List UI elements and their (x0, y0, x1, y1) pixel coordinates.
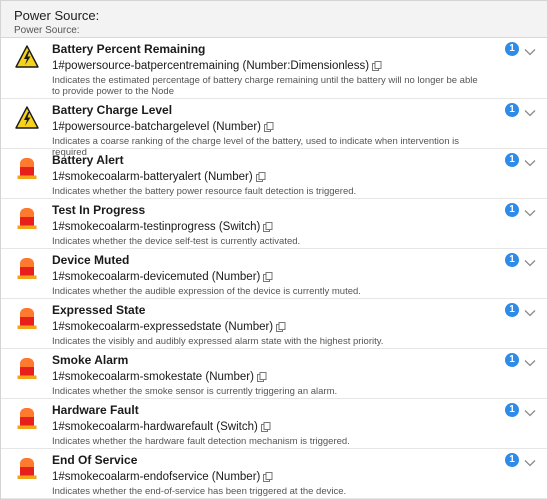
item-id: 1#smokecoalarm-hardwarefault (Switch) (52, 421, 258, 433)
count-badge: 1 (505, 103, 519, 117)
list-item[interactable]: Hardware Fault 1#smokecoalarm-hardwarefa… (1, 399, 547, 449)
chevron-down-icon[interactable] (524, 355, 536, 367)
item-description: Indicates whether the smoke sensor is cu… (52, 386, 338, 397)
warning-icon (15, 45, 39, 69)
list-item[interactable]: End Of Service 1#smokecoalarm-endofservi… (1, 449, 547, 499)
alarm-light-icon (15, 306, 39, 330)
count-badge: 1 (505, 353, 519, 367)
list-item[interactable]: Device Muted 1#smokecoalarm-devicemuted … (1, 249, 547, 299)
warning-icon (15, 106, 39, 130)
chevron-down-icon[interactable] (524, 205, 536, 217)
count-badge: 1 (505, 153, 519, 167)
item-id: 1#smokecoalarm-expressedstate (Number) (52, 321, 274, 333)
list-item[interactable]: Smoke Alarm 1#smokecoalarm-smokestate (N… (1, 349, 547, 399)
item-name: Battery Charge Level (52, 103, 173, 117)
item-description: Indicates whether the device self-test i… (52, 236, 301, 247)
alarm-light-icon (15, 156, 39, 180)
item-id: 1#smokecoalarm-endofservice (Number) (52, 471, 261, 483)
item-description: Indicates the visibly and audibly expres… (52, 336, 384, 347)
item-id: 1#powersource-batpercentremaining (Numbe… (52, 60, 370, 72)
chevron-down-icon[interactable] (524, 405, 536, 417)
item-description: Indicates whether the hardware fault det… (52, 436, 350, 447)
alarm-light-icon (15, 456, 39, 480)
item-id: 1#smokecoalarm-testinprogress (Switch) (52, 221, 261, 233)
copy-icon[interactable] (263, 271, 273, 282)
count-badge: 1 (505, 203, 519, 217)
item-name: End Of Service (52, 453, 138, 467)
alarm-light-icon (15, 406, 39, 430)
item-description: Indicates whether the audible expression… (52, 286, 361, 297)
item-name: Battery Percent Remaining (52, 42, 206, 56)
copy-icon[interactable] (255, 171, 266, 182)
item-name: Test In Progress (52, 203, 146, 217)
list-item[interactable]: Battery Percent Remaining 1#powersource-… (1, 38, 547, 99)
item-name: Hardware Fault (52, 403, 139, 417)
copy-icon[interactable] (260, 421, 271, 432)
chevron-down-icon[interactable] (524, 305, 536, 317)
power-source-panel: Power Source: Power Source: Battery Perc… (0, 0, 548, 500)
item-name: Expressed State (52, 303, 146, 317)
copy-icon[interactable] (264, 121, 274, 132)
list-item[interactable]: Battery Alert 1#smokecoalarm-batteryaler… (1, 149, 547, 199)
item-description: Indicates the estimated percentage of ba… (52, 75, 478, 97)
copy-icon[interactable] (276, 321, 286, 332)
panel-subtitle: Power Source: (14, 25, 80, 36)
copy-icon[interactable] (256, 371, 267, 382)
copy-icon[interactable] (372, 60, 382, 71)
alarm-light-icon (15, 356, 39, 380)
channel-list: Battery Percent Remaining 1#powersource-… (1, 38, 547, 499)
count-badge: 1 (505, 403, 519, 417)
alarm-light-icon (15, 206, 39, 230)
chevron-down-icon[interactable] (524, 44, 536, 56)
item-id: 1#smokecoalarm-devicemuted (Number) (52, 271, 261, 283)
item-description: Indicates whether the end-of-service has… (52, 486, 347, 497)
panel-title: Power Source: (14, 8, 100, 23)
list-item[interactable]: Battery Charge Level 1#powersource-batch… (1, 99, 547, 158)
panel-header: Power Source: Power Source: (1, 1, 547, 38)
item-description: Indicates whether the battery power reso… (52, 186, 357, 197)
item-id: 1#smokecoalarm-smokestate (Number) (52, 371, 254, 383)
chevron-down-icon[interactable] (524, 105, 536, 117)
alarm-light-icon (15, 256, 39, 280)
copy-icon[interactable] (263, 471, 273, 482)
count-badge: 1 (505, 303, 519, 317)
count-badge: 1 (505, 253, 519, 267)
item-id: 1#smokecoalarm-batteryalert (Number) (52, 171, 253, 183)
copy-icon[interactable] (263, 221, 273, 232)
item-id: 1#powersource-batchargelevel (Number) (52, 121, 262, 133)
item-name: Device Muted (52, 253, 130, 267)
item-name: Smoke Alarm (52, 353, 129, 367)
chevron-down-icon[interactable] (524, 255, 536, 267)
list-item[interactable]: Expressed State 1#smokecoalarm-expressed… (1, 299, 547, 349)
item-name: Battery Alert (52, 153, 124, 167)
count-badge: 1 (505, 42, 519, 56)
count-badge: 1 (505, 453, 519, 467)
chevron-down-icon[interactable] (524, 155, 536, 167)
list-item[interactable]: Test In Progress 1#smokecoalarm-testinpr… (1, 199, 547, 249)
chevron-down-icon[interactable] (524, 455, 536, 467)
